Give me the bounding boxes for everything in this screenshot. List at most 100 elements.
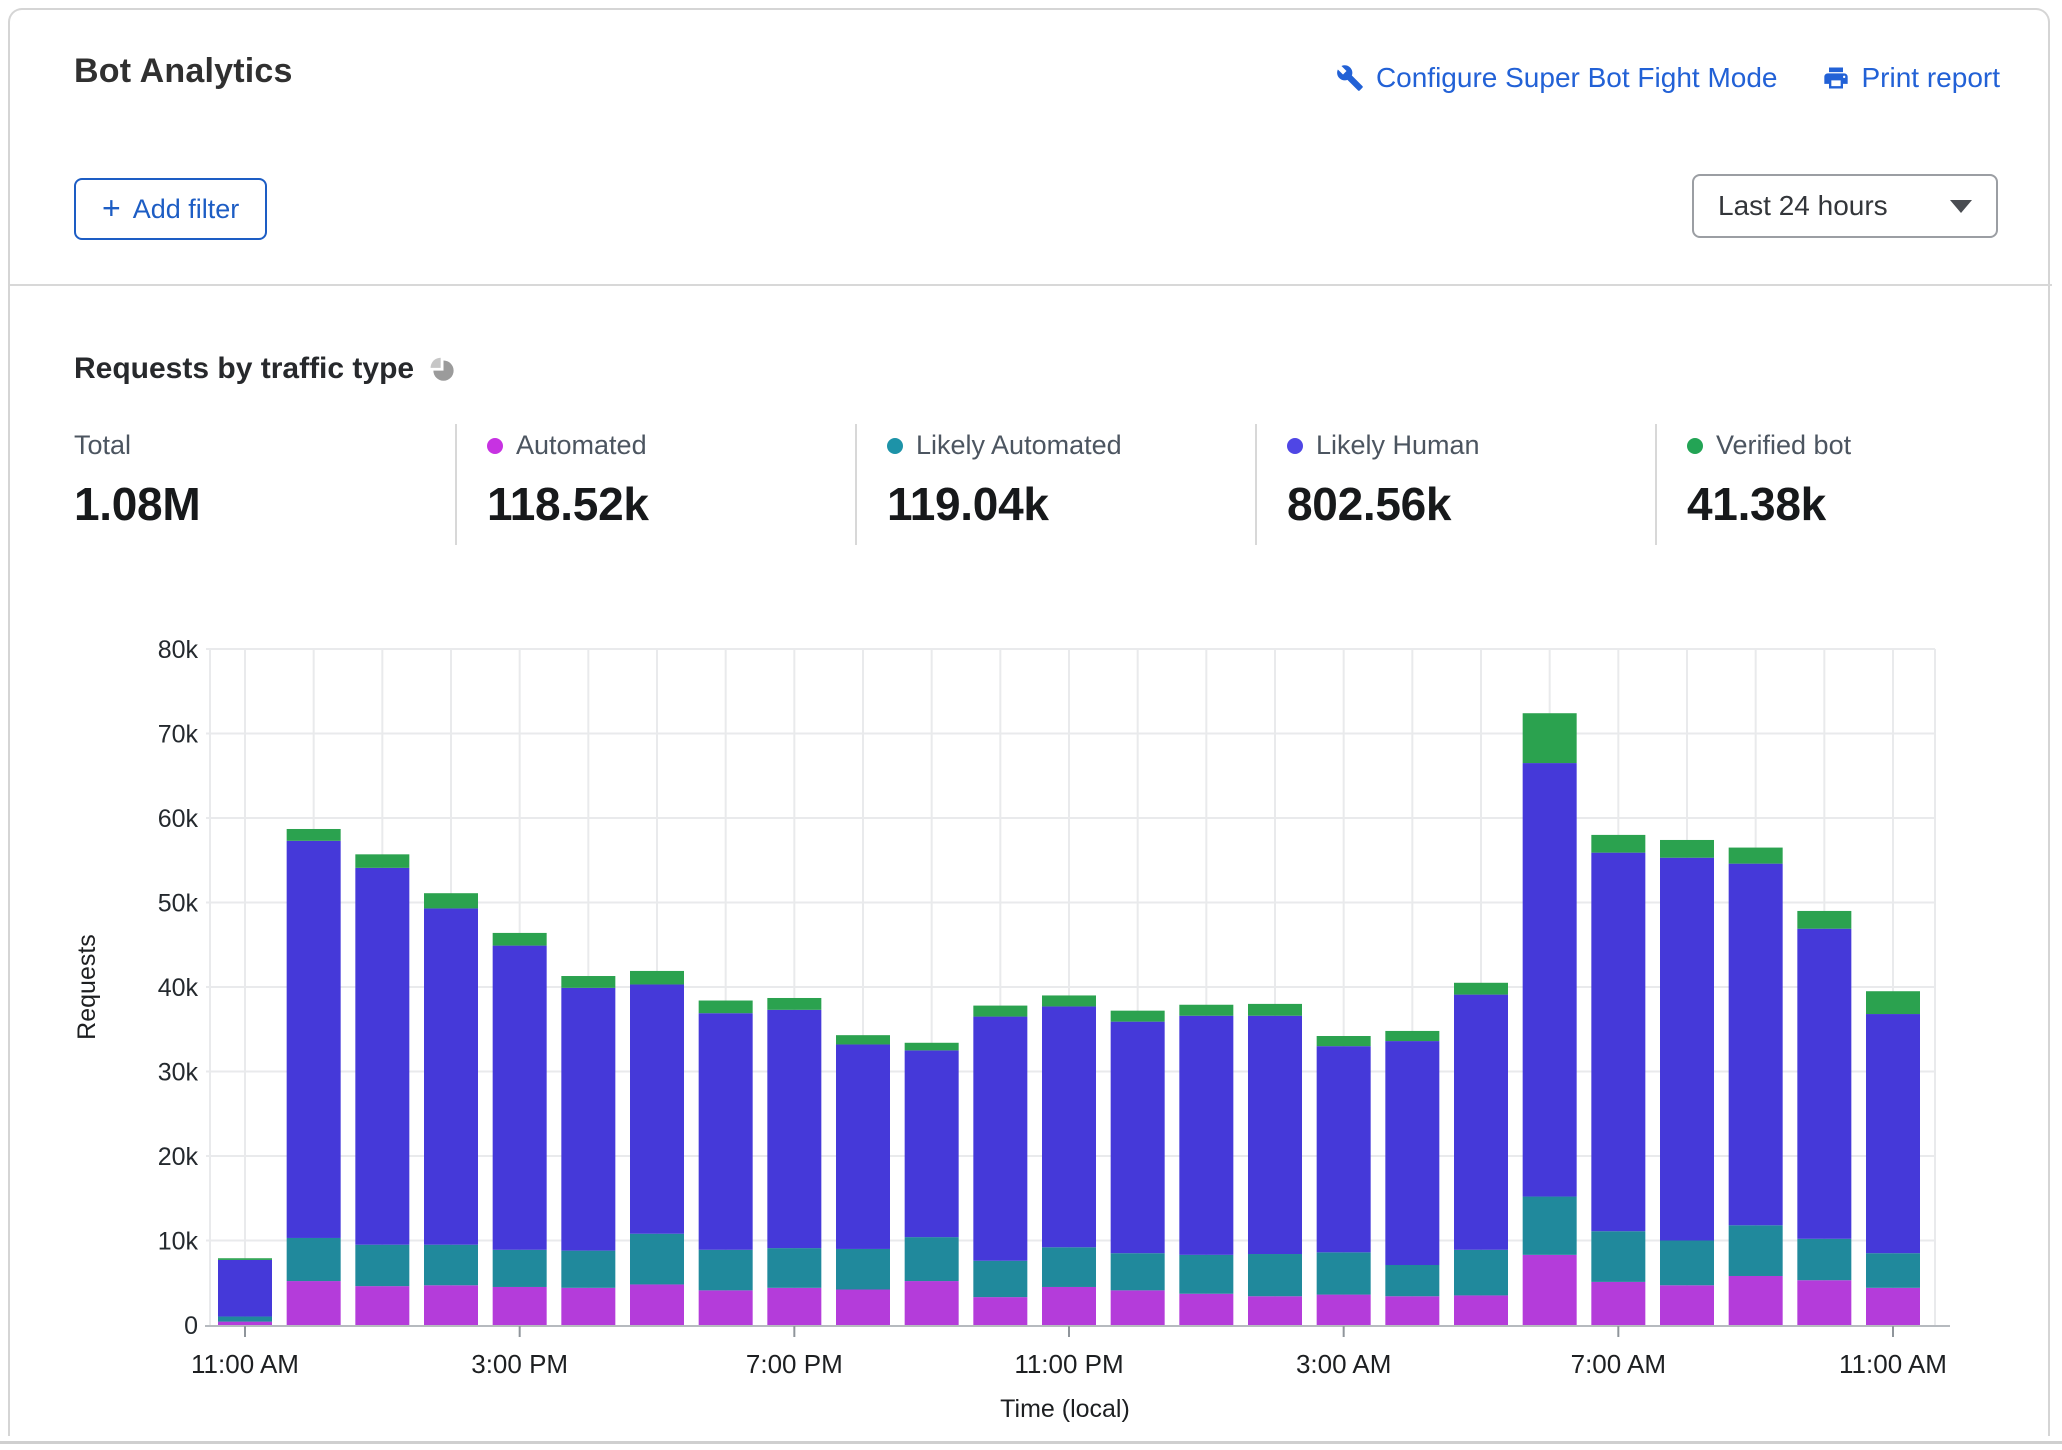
print-report-link[interactable]: Print report xyxy=(1822,62,2001,94)
bar-segment-likely-automated[interactable] xyxy=(1385,1265,1439,1296)
configure-super-bot-fight-mode-link[interactable]: Configure Super Bot Fight Mode xyxy=(1336,62,1778,94)
bar-segment-automated[interactable] xyxy=(218,1322,272,1325)
bar-segment-verified-bot[interactable] xyxy=(1866,991,1920,1014)
bar-segment-likely-human[interactable] xyxy=(1111,1022,1165,1254)
bar-segment-likely-human[interactable] xyxy=(905,1050,959,1237)
bar-segment-verified-bot[interactable] xyxy=(973,1006,1027,1017)
bar-segment-likely-human[interactable] xyxy=(1248,1016,1302,1254)
bar-segment-automated[interactable] xyxy=(1797,1280,1851,1325)
bar-segment-likely-automated[interactable] xyxy=(1591,1231,1645,1282)
bar-segment-automated[interactable] xyxy=(287,1281,341,1325)
bar-segment-verified-bot[interactable] xyxy=(630,971,684,985)
bar-segment-automated[interactable] xyxy=(355,1286,409,1325)
bar-segment-likely-human[interactable] xyxy=(1454,995,1508,1250)
bar-segment-likely-human[interactable] xyxy=(1660,858,1714,1241)
bar-segment-automated[interactable] xyxy=(1248,1296,1302,1325)
bar-segment-likely-automated[interactable] xyxy=(1729,1225,1783,1276)
bar-segment-verified-bot[interactable] xyxy=(1111,1011,1165,1022)
bar-segment-automated[interactable] xyxy=(1729,1276,1783,1325)
bar-segment-verified-bot[interactable] xyxy=(287,829,341,841)
bar-segment-likely-automated[interactable] xyxy=(287,1238,341,1281)
bar-segment-verified-bot[interactable] xyxy=(1179,1005,1233,1016)
bar-segment-verified-bot[interactable] xyxy=(355,854,409,868)
bar-segment-verified-bot[interactable] xyxy=(1317,1036,1371,1046)
bar-segment-automated[interactable] xyxy=(493,1287,547,1325)
bar-segment-likely-human[interactable] xyxy=(561,988,615,1251)
bar-segment-verified-bot[interactable] xyxy=(1248,1004,1302,1016)
bar-segment-verified-bot[interactable] xyxy=(1797,911,1851,929)
bar-segment-likely-automated[interactable] xyxy=(424,1245,478,1286)
bar-segment-likely-human[interactable] xyxy=(1042,1006,1096,1247)
bar-segment-automated[interactable] xyxy=(1660,1285,1714,1325)
bar-segment-automated[interactable] xyxy=(1385,1296,1439,1325)
bar-segment-likely-automated[interactable] xyxy=(1523,1197,1577,1255)
bar-segment-likely-automated[interactable] xyxy=(1042,1247,1096,1287)
bar-segment-likely-automated[interactable] xyxy=(905,1237,959,1281)
bar-segment-likely-human[interactable] xyxy=(1797,929,1851,1239)
bar-segment-likely-human[interactable] xyxy=(493,946,547,1250)
bar-segment-likely-human[interactable] xyxy=(1179,1016,1233,1255)
bar-segment-likely-automated[interactable] xyxy=(355,1245,409,1286)
bar-segment-likely-human[interactable] xyxy=(973,1017,1027,1261)
bar-segment-automated[interactable] xyxy=(905,1281,959,1325)
bar-segment-likely-human[interactable] xyxy=(1523,763,1577,1196)
bar-segment-likely-automated[interactable] xyxy=(218,1317,272,1322)
bar-segment-likely-automated[interactable] xyxy=(1797,1239,1851,1280)
bar-segment-automated[interactable] xyxy=(1591,1282,1645,1325)
bar-segment-likely-human[interactable] xyxy=(287,841,341,1238)
bar-segment-likely-human[interactable] xyxy=(1866,1014,1920,1253)
bar-segment-verified-bot[interactable] xyxy=(493,933,547,946)
bar-segment-verified-bot[interactable] xyxy=(1729,848,1783,864)
bar-segment-likely-automated[interactable] xyxy=(699,1250,753,1291)
bar-segment-automated[interactable] xyxy=(1111,1290,1165,1325)
bar-segment-verified-bot[interactable] xyxy=(1591,835,1645,853)
bar-segment-likely-human[interactable] xyxy=(767,1010,821,1248)
bar-segment-verified-bot[interactable] xyxy=(699,1001,753,1014)
time-range-select[interactable]: Last 24 hours xyxy=(1692,174,1998,238)
bar-segment-likely-human[interactable] xyxy=(836,1044,890,1248)
bar-segment-likely-automated[interactable] xyxy=(493,1250,547,1287)
bar-segment-likely-automated[interactable] xyxy=(1111,1253,1165,1290)
bar-segment-likely-human[interactable] xyxy=(355,868,409,1245)
bar-segment-verified-bot[interactable] xyxy=(218,1258,272,1260)
bar-segment-verified-bot[interactable] xyxy=(1454,983,1508,995)
bar-segment-automated[interactable] xyxy=(1523,1255,1577,1325)
bar-segment-automated[interactable] xyxy=(1179,1294,1233,1325)
bar-segment-likely-human[interactable] xyxy=(699,1013,753,1250)
bar-segment-likely-automated[interactable] xyxy=(1660,1241,1714,1286)
bar-segment-verified-bot[interactable] xyxy=(1523,713,1577,763)
bar-segment-automated[interactable] xyxy=(561,1288,615,1325)
bar-segment-likely-automated[interactable] xyxy=(1248,1254,1302,1296)
bar-segment-automated[interactable] xyxy=(699,1290,753,1325)
bar-segment-verified-bot[interactable] xyxy=(561,976,615,988)
bar-segment-verified-bot[interactable] xyxy=(767,998,821,1010)
bar-segment-automated[interactable] xyxy=(1866,1288,1920,1325)
bar-segment-likely-automated[interactable] xyxy=(767,1248,821,1288)
bar-segment-likely-automated[interactable] xyxy=(561,1251,615,1288)
bar-segment-likely-automated[interactable] xyxy=(973,1261,1027,1297)
bar-segment-verified-bot[interactable] xyxy=(836,1035,890,1044)
bar-segment-likely-automated[interactable] xyxy=(1179,1255,1233,1294)
bar-segment-automated[interactable] xyxy=(767,1288,821,1325)
bar-segment-automated[interactable] xyxy=(630,1284,684,1325)
bar-segment-automated[interactable] xyxy=(424,1285,478,1325)
bar-segment-likely-automated[interactable] xyxy=(1454,1250,1508,1296)
bar-segment-automated[interactable] xyxy=(1454,1295,1508,1325)
bar-segment-automated[interactable] xyxy=(836,1290,890,1325)
bar-segment-automated[interactable] xyxy=(1042,1287,1096,1325)
bar-segment-verified-bot[interactable] xyxy=(1042,995,1096,1006)
bar-segment-likely-human[interactable] xyxy=(1729,864,1783,1226)
bar-segment-automated[interactable] xyxy=(1317,1295,1371,1325)
bar-segment-likely-human[interactable] xyxy=(630,984,684,1233)
bar-segment-verified-bot[interactable] xyxy=(424,893,478,908)
bar-segment-automated[interactable] xyxy=(973,1297,1027,1325)
bar-segment-likely-human[interactable] xyxy=(1591,853,1645,1232)
bar-segment-likely-automated[interactable] xyxy=(1317,1252,1371,1294)
bar-segment-verified-bot[interactable] xyxy=(1385,1031,1439,1041)
bar-segment-verified-bot[interactable] xyxy=(905,1043,959,1051)
bar-segment-likely-human[interactable] xyxy=(424,908,478,1244)
bar-segment-likely-automated[interactable] xyxy=(630,1234,684,1285)
bar-segment-likely-human[interactable] xyxy=(1317,1046,1371,1252)
bar-segment-verified-bot[interactable] xyxy=(1660,840,1714,858)
bar-segment-likely-human[interactable] xyxy=(1385,1041,1439,1265)
